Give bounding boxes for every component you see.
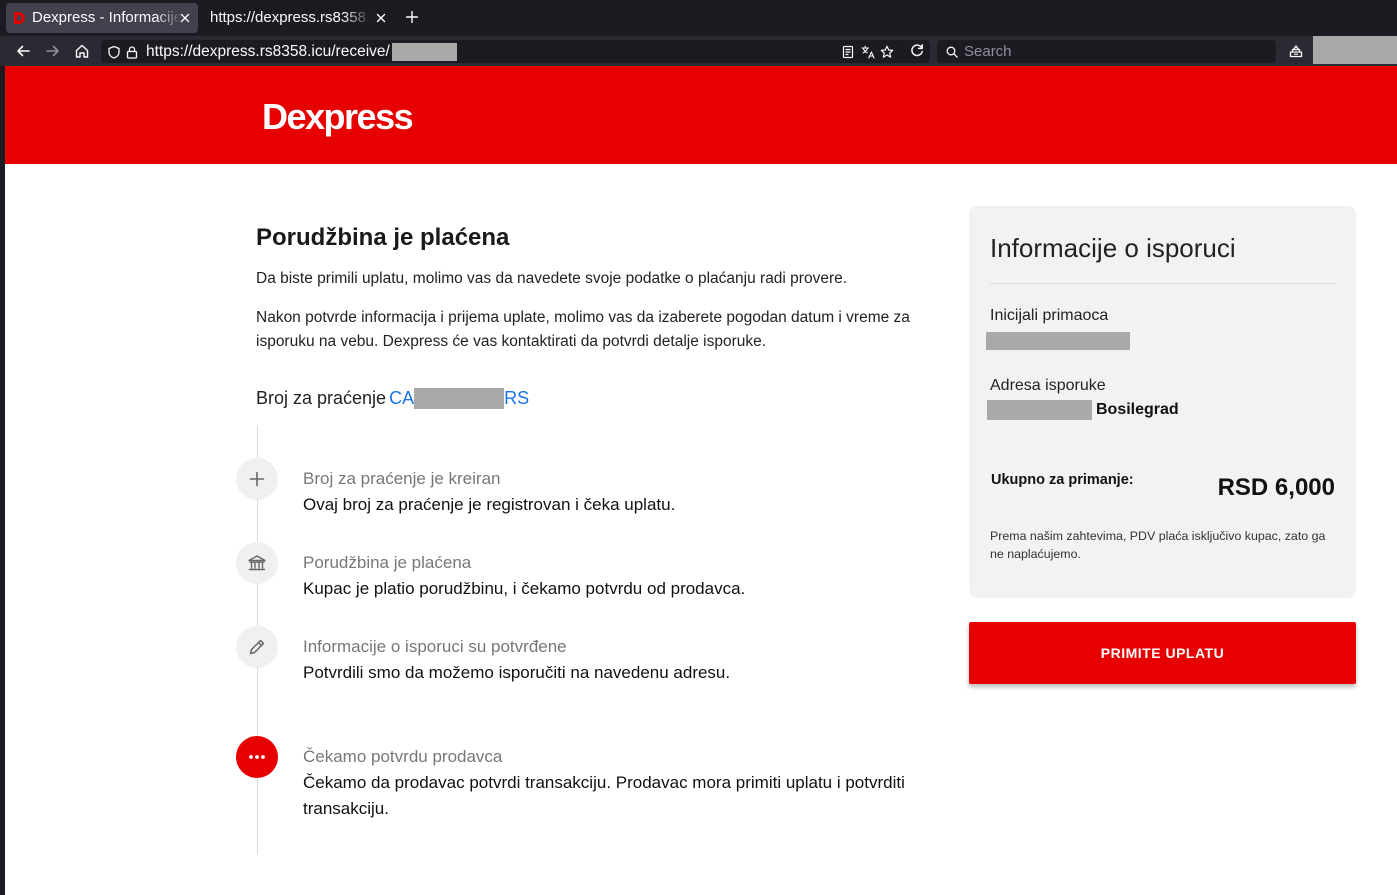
total-value: RSD 6,000 [1217,474,1335,501]
page: Dexpress Porudžbina je plaćena Da biste … [5,66,1397,895]
timeline-step: Porudžbina je plaćena Kupac je platio po… [303,550,933,602]
tracking-number-link[interactable]: CA RS [389,387,529,409]
timeline-step-marker-current [236,736,278,778]
total-label: Ukupno za primanje: [991,472,1134,488]
address-city: Bosilegrad [1096,401,1179,418]
timeline-step-marker [236,542,278,584]
tracking-number-row: Broj za praćenje CA RS [256,386,529,410]
lock-icon[interactable] [125,45,139,59]
step-description: Potvrdili smo da možemo isporučiti na na… [303,663,731,682]
intro-text: Da biste primili uplatu, molimo vas da n… [256,270,848,287]
extension-button[interactable] [1288,43,1304,59]
timeline-step-marker [236,458,278,500]
url-text[interactable]: https://dexpress.rs8358.icu/receive/ [146,40,390,63]
step-title: Porudžbina je plaćena [303,553,472,572]
home-button[interactable] [74,43,90,59]
extension-icon [1289,45,1303,58]
tab-url[interactable]: https://dexpress.rs8358.i [200,3,398,33]
search-input[interactable] [964,40,1264,63]
bank-icon [248,555,266,571]
redacted-tracking-block [414,387,505,409]
step-description: Ovaj broj za praćenje je registrovan i č… [303,495,676,514]
redacted-address-block [987,400,1092,420]
tab-strip: Dexpress - Informacije https://dexpress.… [0,0,1397,36]
vat-note: Prema našim zahtevima, PDV plaća isključ… [990,529,1326,561]
redacted-toolbar-block [1313,36,1397,64]
back-arrow-icon [17,45,30,57]
address-label: Adresa isporuke [990,377,1106,394]
step-title: Informacije o isporuci su potvrđene [303,637,567,656]
redacted-recipient-block [986,332,1130,350]
tab-title: https://dexpress.rs8358.i [210,9,372,26]
close-icon[interactable] [180,13,190,23]
tracking-label: Broj za praćenje [256,387,387,408]
close-icon[interactable] [376,13,386,23]
timeline-step-marker [236,626,278,668]
url-bar[interactable]: https://dexpress.rs8358.icu/receive/ [101,40,930,63]
reader-view-icon[interactable] [841,45,855,59]
card-title: Informacije o isporuci [990,233,1236,263]
plus-icon [406,11,418,23]
search-bar[interactable] [937,40,1276,63]
site-header: Dexpress [5,66,1397,164]
new-tab-button[interactable] [406,11,418,23]
forward-arrow-icon [46,45,59,57]
step-description: Čekamo da prodavac potvrdi transakciju. … [303,773,905,818]
timeline-step: Informacije o isporuci su potvrđene Potv… [303,634,933,686]
shield-icon[interactable] [107,45,121,59]
step-description: Kupac je platio porudžbinu, i čekamo pot… [303,579,746,598]
reload-icon [911,44,923,57]
step-title: Čekamo potvrdu prodavca [303,747,503,766]
redacted-url-block [391,42,457,61]
tab-dexpress[interactable]: Dexpress - Informacije [6,3,198,33]
dexpress-favicon-icon [13,11,27,25]
home-icon [75,44,89,58]
url-text-row[interactable]: https://dexpress.rs8358.icu/receive/ [146,40,457,63]
star-icon[interactable] [880,45,894,59]
tracking-prefix[interactable]: CA [389,388,414,409]
recipient-label: Inicijali primaoca [990,307,1109,324]
translate-icon[interactable] [861,45,875,59]
address-value: Bosilegrad [987,400,1179,420]
details-text: Nakon potvrde informacija i prijema upla… [256,309,910,350]
pencil-icon [249,639,265,655]
plus-icon [249,471,265,487]
tracking-suffix[interactable]: RS [504,388,529,409]
forward-button[interactable] [45,43,61,59]
tab-title: Dexpress - Informacije [32,9,182,26]
timeline-step: Čekamo potvrdu prodavca Čekamo da prodav… [303,744,933,822]
divider [990,283,1335,284]
page-title: Porudžbina je plaćena [256,224,510,251]
receive-payment-button[interactable]: PRIMITE UPLATU [969,622,1356,684]
reload-button[interactable] [909,43,925,59]
more-dots-icon [249,755,265,759]
search-icon [946,46,958,58]
navigation-toolbar: https://dexpress.rs8358.icu/receive/ [0,36,1397,66]
step-title: Broj za praćenje je kreiran [303,469,501,488]
back-button[interactable] [15,43,31,59]
dexpress-logo[interactable]: Dexpress [262,97,414,137]
timeline-step: Broj za praćenje je kreiran Ovaj broj za… [303,466,933,518]
delivery-info-card: Informacije o isporuci Inicijali primaoc… [969,206,1356,598]
